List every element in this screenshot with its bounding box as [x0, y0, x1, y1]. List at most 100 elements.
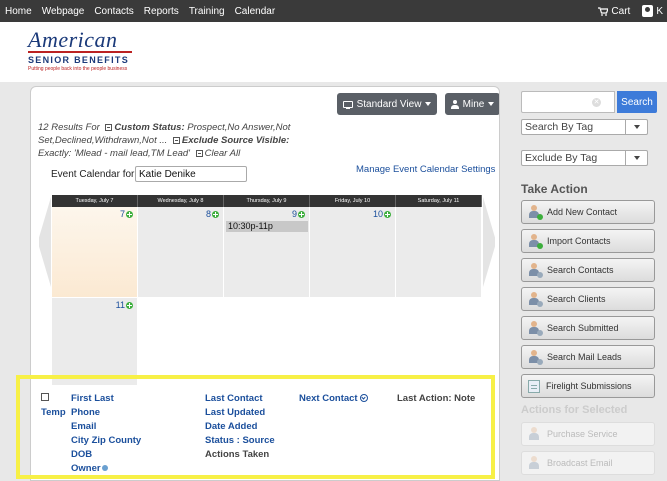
day-number: 10: [373, 209, 391, 219]
cart-icon: [598, 6, 609, 16]
results-count: 12 Results For: [38, 122, 100, 133]
add-event-icon[interactable]: [212, 210, 219, 218]
calendar-week-row: 7 8 9 10:30p-11p 10: [52, 207, 482, 297]
search-mail-leads-button[interactable]: Search Mail Leads: [521, 345, 655, 369]
purchase-service-label: Purchase Service: [547, 429, 618, 439]
calendar-user-input[interactable]: [135, 166, 247, 182]
add-event-icon[interactable]: [384, 210, 391, 218]
search-submitted-label: Search Submitted: [547, 323, 619, 333]
col-phone[interactable]: Phone: [71, 407, 100, 418]
broadcast-email-button[interactable]: Broadcast Email: [521, 451, 655, 475]
search-clients-button[interactable]: Search Clients: [521, 287, 655, 311]
day-number-text: 8: [205, 209, 211, 219]
calendar-day-cell[interactable]: 10: [310, 207, 396, 297]
mine-button[interactable]: Mine: [445, 93, 499, 115]
header: American SENIOR BENEFITS Putting people …: [0, 22, 667, 82]
add-event-icon[interactable]: [298, 210, 305, 218]
search-mail-leads-label: Search Mail Leads: [547, 352, 622, 362]
search-by-tag-select[interactable]: Search By Tag: [521, 119, 648, 135]
mine-label: Mine: [462, 98, 485, 110]
remove-filter-icon[interactable]: [172, 136, 180, 144]
standard-view-button[interactable]: Standard View: [337, 93, 437, 115]
manage-calendar-settings-link[interactable]: Manage Event Calendar Settings: [356, 164, 495, 175]
col-next-contact-label: Next Contact: [299, 393, 358, 404]
calendar-prev-arrow[interactable]: [39, 197, 51, 287]
day-header: Thursday, July 9: [224, 195, 310, 207]
exclude-by-tag-select[interactable]: Exclude By Tag: [521, 150, 648, 166]
col-date-added[interactable]: Date Added: [205, 421, 257, 432]
nav-training[interactable]: Training: [184, 6, 230, 17]
col-last-action-note: Last Action: Note: [397, 393, 476, 404]
logo-script: American: [28, 29, 138, 53]
search-submitted-button[interactable]: Search Submitted: [521, 316, 655, 340]
nav-calendar[interactable]: Calendar: [230, 6, 281, 17]
search-mail-leads-icon: [528, 350, 543, 365]
search-clients-label: Search Clients: [547, 294, 606, 304]
calendar-day-cell[interactable]: 7: [52, 207, 138, 297]
col-email[interactable]: Email: [71, 421, 96, 432]
take-action-title: Take Action: [521, 182, 588, 196]
calendar-day-cell[interactable]: 8: [138, 207, 224, 297]
col-first-last[interactable]: First Last: [71, 393, 114, 404]
day-header: Wednesday, July 8: [138, 195, 224, 207]
col-last-contact[interactable]: Last Contact: [205, 393, 263, 404]
col-dob[interactable]: DOB: [71, 449, 92, 460]
clear-search-icon[interactable]: ✕: [592, 98, 601, 107]
exclude-source-value: Exactly: 'Mlead - mail lead,TM Lead': [38, 148, 190, 159]
nav-home[interactable]: Home: [0, 6, 37, 17]
day-header: Friday, July 10: [310, 195, 396, 207]
nav-contacts[interactable]: Contacts: [89, 6, 138, 17]
col-city-zip-county[interactable]: City Zip County: [71, 435, 141, 446]
company-logo[interactable]: American SENIOR BENEFITS Putting people …: [28, 29, 138, 73]
add-event-icon[interactable]: [126, 210, 133, 218]
search-submitted-icon: [528, 321, 543, 336]
calendar-event[interactable]: 10:30p-11p: [226, 221, 308, 232]
logo-tagline: Putting people back into the people busi…: [28, 66, 128, 72]
cart-link[interactable]: Cart: [598, 6, 630, 17]
remove-filter-icon[interactable]: [105, 123, 113, 131]
nav-webpage[interactable]: Webpage: [37, 6, 90, 17]
add-event-icon[interactable]: [126, 301, 133, 309]
select-all-checkbox[interactable]: [41, 393, 49, 401]
clear-all-link[interactable]: Clear All: [205, 148, 241, 159]
calendar-next-arrow[interactable]: [483, 197, 495, 287]
search-clients-icon: [528, 292, 543, 307]
day-number: 7: [120, 209, 133, 219]
import-contacts-button[interactable]: Import Contacts: [521, 229, 655, 253]
firelight-submissions-button[interactable]: Firelight Submissions: [521, 374, 655, 398]
logo-name: SENIOR BENEFITS: [28, 55, 130, 65]
day-number-text: 11: [115, 300, 125, 310]
col-last-updated[interactable]: Last Updated: [205, 407, 265, 418]
search-button[interactable]: Search: [617, 91, 657, 113]
col-temp[interactable]: Temp: [41, 407, 66, 418]
monitor-icon: [342, 100, 353, 109]
col-actions-taken: Actions Taken: [205, 449, 270, 460]
import-contacts-label: Import Contacts: [547, 236, 611, 246]
broadcast-email-icon: [528, 456, 541, 470]
clear-all-icon[interactable]: [195, 149, 203, 157]
calendar-week-row: 11: [52, 297, 482, 385]
calendar-day-cell[interactable]: [396, 207, 482, 297]
caret-down-icon: [488, 102, 495, 106]
add-new-contact-label: Add New Contact: [547, 207, 618, 217]
calendar-day-cell[interactable]: 9 10:30p-11p: [224, 207, 310, 297]
add-new-contact-button[interactable]: Add New Contact: [521, 200, 655, 224]
exclude-by-tag-value: Exclude By Tag: [525, 152, 598, 164]
caret-down-icon: [425, 102, 432, 106]
search-contacts-button[interactable]: Search Contacts: [521, 258, 655, 282]
calendar-day-cell[interactable]: 11: [52, 297, 138, 385]
nav-reports[interactable]: Reports: [139, 6, 184, 17]
firelight-submissions-label: Firelight Submissions: [546, 381, 632, 391]
purchase-service-button[interactable]: Purchase Service: [521, 422, 655, 446]
search-contacts-icon: [528, 263, 543, 278]
col-owner[interactable]: Owner: [71, 463, 108, 474]
calendar-grid: Tuesday, July 7 Wednesday, July 8 Thursd…: [52, 195, 482, 385]
col-next-contact[interactable]: Next Contact: [299, 393, 368, 404]
user-menu[interactable]: K: [642, 5, 663, 17]
search-contacts-label: Search Contacts: [547, 265, 614, 275]
day-header: Tuesday, July 7: [52, 195, 138, 207]
col-status-source[interactable]: Status : Source: [205, 435, 275, 446]
day-number-text: 9: [291, 209, 297, 219]
results-summary: 12 Results For Custom Status: Prospect,N…: [38, 121, 318, 160]
cart-label: Cart: [611, 5, 631, 17]
